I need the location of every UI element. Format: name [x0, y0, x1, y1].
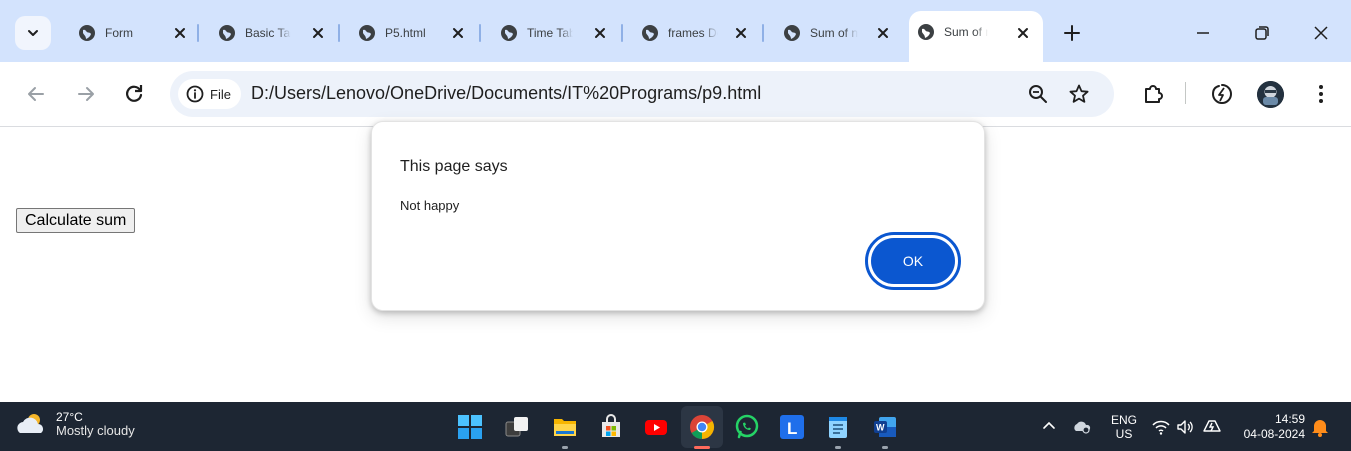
close-icon[interactable]: [172, 25, 188, 41]
globe-icon: [784, 25, 800, 41]
globe-icon: [918, 23, 934, 40]
dialog-message: Not happy: [400, 198, 460, 213]
volume-icon[interactable]: [1175, 417, 1195, 437]
chevron-up-icon[interactable]: [1040, 417, 1058, 435]
region-code: US: [1115, 427, 1133, 441]
tab-title: Sum of numbers: [944, 24, 988, 39]
word-icon[interactable]: W: [872, 414, 898, 440]
address-bar[interactable]: File D:/Users/Lenovo/OneDrive/Documents/…: [170, 71, 1114, 117]
clock-date: 04-08-2024: [1243, 427, 1305, 441]
tab-divider: [621, 24, 623, 42]
system-clock[interactable]: 14:59 04-08-2024: [1233, 412, 1305, 442]
battery-charging-icon[interactable]: [1201, 416, 1223, 436]
reload-icon[interactable]: [122, 82, 146, 106]
tab-divider: [197, 24, 199, 42]
zoom-icon[interactable]: [1027, 83, 1049, 105]
close-icon[interactable]: [733, 25, 749, 41]
menu-kebab-icon[interactable]: [1308, 81, 1334, 107]
tab-title: Basic Tags: [245, 26, 291, 40]
tab-divider: [762, 24, 764, 42]
performance-icon[interactable]: [1209, 81, 1235, 107]
toolbar-divider: [1185, 82, 1186, 104]
active-indicator: [694, 446, 710, 449]
lenovo-app-icon[interactable]: L: [779, 414, 805, 440]
calculate-sum-button[interactable]: Calculate sum: [16, 208, 136, 233]
tab-sum-of-numbers[interactable]: Sum of numbers: [775, 16, 893, 50]
ok-button[interactable]: OK: [871, 238, 955, 284]
globe-icon: [501, 25, 517, 41]
chrome-icon[interactable]: [689, 414, 715, 440]
minimize-icon[interactable]: [1190, 20, 1216, 46]
tab-form[interactable]: Form: [70, 16, 190, 50]
extensions-icon[interactable]: [1140, 81, 1166, 107]
dialog-title: This page says: [400, 158, 508, 175]
file-label: File: [210, 86, 231, 102]
tab-title: P5.html: [385, 26, 426, 40]
bookmark-star-icon[interactable]: [1068, 83, 1090, 105]
tab-title: Form: [105, 26, 133, 40]
running-indicator: [882, 446, 888, 449]
url-text[interactable]: D:/Users/Lenovo/OneDrive/Documents/IT%20…: [251, 83, 761, 104]
alert-dialog: This page says Not happy OK: [371, 121, 985, 311]
browser-toolbar: File D:/Users/Lenovo/OneDrive/Documents/…: [0, 62, 1351, 127]
wifi-icon[interactable]: [1151, 417, 1171, 437]
running-indicator: [835, 446, 841, 449]
forward-arrow-icon[interactable]: [74, 82, 98, 106]
globe-icon: [642, 25, 658, 41]
tab-frames[interactable]: frames Demo: [633, 16, 751, 50]
site-info-chip[interactable]: File: [178, 79, 241, 109]
profile-avatar[interactable]: [1257, 81, 1284, 108]
task-view-icon[interactable]: [504, 414, 530, 440]
file-explorer-icon[interactable]: [552, 414, 578, 440]
info-icon: [186, 85, 204, 103]
tab-basic-tags[interactable]: Basic Tags: [210, 16, 328, 50]
globe-icon: [219, 25, 235, 41]
notepad-icon[interactable]: [825, 414, 851, 440]
weather-condition: Mostly cloudy: [56, 423, 135, 438]
tab-title: Sum of numbers: [810, 26, 858, 40]
back-arrow-icon[interactable]: [24, 82, 48, 106]
weather-temperature: 27°C: [56, 410, 83, 424]
language-code: ENG: [1111, 413, 1138, 427]
weather-widget[interactable]: 27°C Mostly cloudy: [14, 410, 135, 438]
tab-title: frames Demo: [668, 26, 718, 40]
restore-icon[interactable]: [1249, 20, 1275, 46]
close-icon[interactable]: [1015, 25, 1031, 41]
cloudy-weather-icon: [17, 414, 43, 433]
svg-text:L: L: [787, 419, 797, 438]
tab-search-button[interactable]: [15, 16, 51, 50]
close-icon[interactable]: [875, 25, 891, 41]
chevron-down-icon: [28, 30, 38, 36]
avatar-image: [1257, 81, 1284, 108]
close-icon[interactable]: [592, 25, 608, 41]
running-indicator: [562, 446, 568, 449]
youtube-icon[interactable]: [643, 414, 669, 440]
close-icon[interactable]: [310, 25, 326, 41]
windows-start-icon[interactable]: [457, 414, 483, 440]
close-window-icon[interactable]: [1308, 20, 1334, 46]
close-icon[interactable]: [450, 25, 466, 41]
tab-p5[interactable]: P5.html: [350, 16, 468, 50]
whatsapp-icon[interactable]: [734, 414, 760, 440]
notification-bell-icon[interactable]: [1310, 416, 1330, 438]
svg-text:W: W: [876, 423, 885, 433]
onedrive-icon[interactable]: [1072, 416, 1092, 436]
new-tab-icon[interactable]: [1059, 20, 1085, 46]
tab-divider: [338, 24, 340, 42]
tab-title: Time Table: [527, 26, 573, 40]
globe-icon: [79, 25, 95, 41]
taskbar: 27°C Mostly cloudy L W ENG US 14:59 04-0…: [0, 402, 1351, 451]
tab-divider: [479, 24, 481, 42]
language-indicator[interactable]: ENG US: [1111, 413, 1137, 441]
tab-strip: Form Basic Tags P5.html Time Table frame…: [0, 0, 1351, 62]
microsoft-store-icon[interactable]: [598, 414, 624, 440]
tab-time-table[interactable]: Time Table: [492, 16, 610, 50]
tab-sum-of-numbers-active[interactable]: Sum of numbers: [909, 11, 1043, 62]
clock-time: 14:59: [1274, 412, 1305, 426]
globe-icon: [359, 25, 375, 41]
